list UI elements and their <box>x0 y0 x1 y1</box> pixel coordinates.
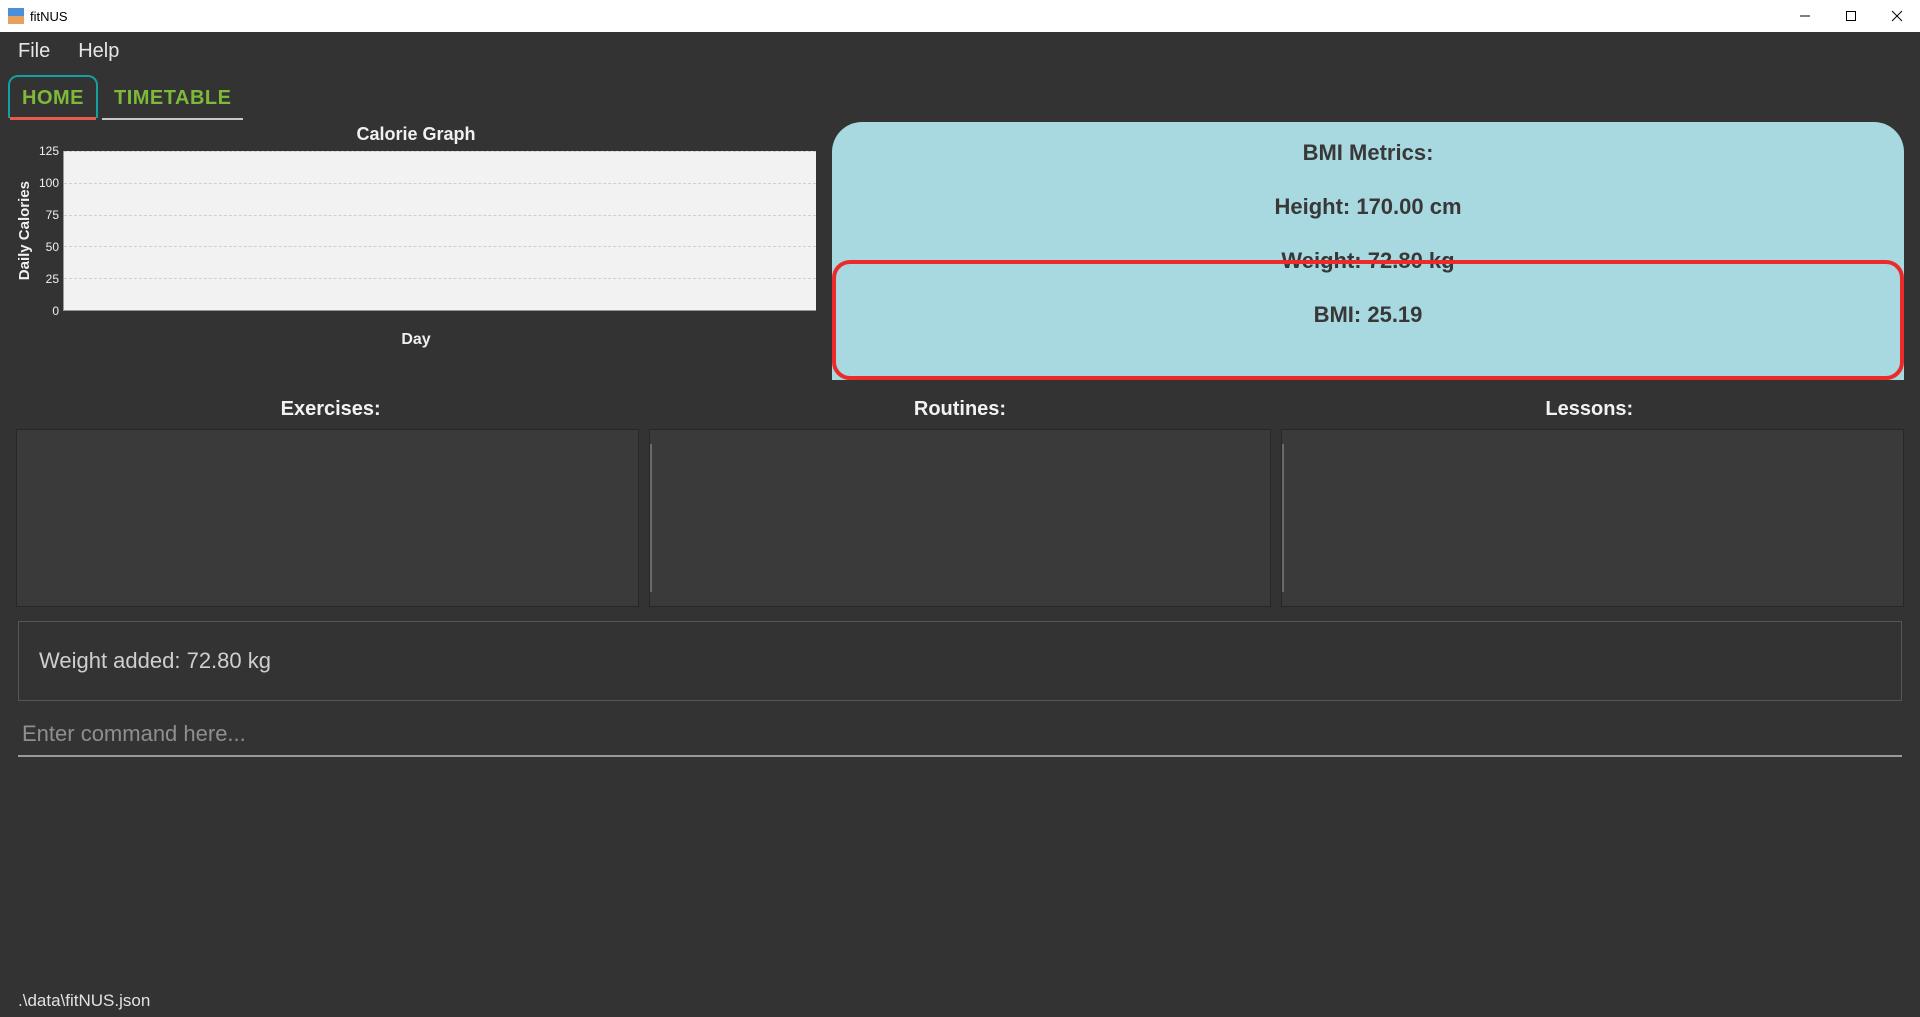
bmi-metrics-card: BMI Metrics: Height: 170.00 cm Weight: 7… <box>832 122 1904 380</box>
bmi-title: BMI Metrics: <box>832 140 1904 166</box>
chart-wrap: Daily Calories 125 100 75 50 25 0 <box>16 151 816 311</box>
exercises-header: Exercises: <box>16 398 645 421</box>
bmi-value: BMI: 25.19 <box>832 302 1904 328</box>
menubar: File Help <box>0 32 1920 71</box>
chart-y-ticks: 125 100 75 50 25 0 <box>39 151 63 311</box>
exercises-list[interactable] <box>16 429 639 607</box>
lessons-header: Lessons: <box>1275 398 1904 421</box>
menu-file[interactable]: File <box>18 40 50 63</box>
window-controls <box>1782 0 1920 32</box>
feedback-box: Weight added: 72.80 kg <box>18 621 1902 701</box>
bmi-weight: Weight: 72.80 kg <box>832 248 1904 274</box>
upper-row: Calorie Graph Daily Calories 125 100 75 … <box>8 118 1912 380</box>
calorie-chart-panel: Calorie Graph Daily Calories 125 100 75 … <box>16 122 816 380</box>
routines-list[interactable] <box>649 429 1272 607</box>
panel-divider <box>650 444 652 592</box>
minimize-button[interactable] <box>1782 0 1828 32</box>
list-panels <box>8 421 1912 607</box>
window-title: fitNUS <box>30 9 68 24</box>
status-path: .\data\fitNUS.json <box>18 991 150 1010</box>
feedback-text: Weight added: 72.80 kg <box>39 648 271 674</box>
chart-area: 125 100 75 50 25 0 <box>39 151 816 311</box>
maximize-button[interactable] <box>1828 0 1874 32</box>
routines-header: Routines: <box>645 398 1274 421</box>
menu-help[interactable]: Help <box>78 40 119 63</box>
list-headers: Exercises: Routines: Lessons: <box>8 398 1912 421</box>
content: Calorie Graph Daily Calories 125 100 75 … <box>0 118 1920 1017</box>
command-input-wrap <box>18 715 1902 757</box>
status-bar: .\data\fitNUS.json <box>8 985 1912 1017</box>
tab-home[interactable]: HOME <box>8 75 98 118</box>
window-titlebar: fitNUS <box>0 0 1920 32</box>
command-input[interactable] <box>18 715 1902 757</box>
chart-y-axis-label: Daily Calories <box>16 181 33 280</box>
tab-bar: HOME TIMETABLE <box>0 75 1920 118</box>
app-icon <box>8 8 24 24</box>
chart-plot-area <box>63 151 816 311</box>
panel-divider <box>1282 444 1284 592</box>
bmi-height: Height: 170.00 cm <box>832 194 1904 220</box>
close-button[interactable] <box>1874 0 1920 32</box>
lessons-list[interactable] <box>1281 429 1904 607</box>
chart-x-axis-label: Day <box>401 331 430 349</box>
chart-title: Calorie Graph <box>356 124 475 145</box>
tab-timetable[interactable]: TIMETABLE <box>102 77 243 118</box>
app-body: File Help HOME TIMETABLE Calorie Graph D… <box>0 32 1920 1017</box>
